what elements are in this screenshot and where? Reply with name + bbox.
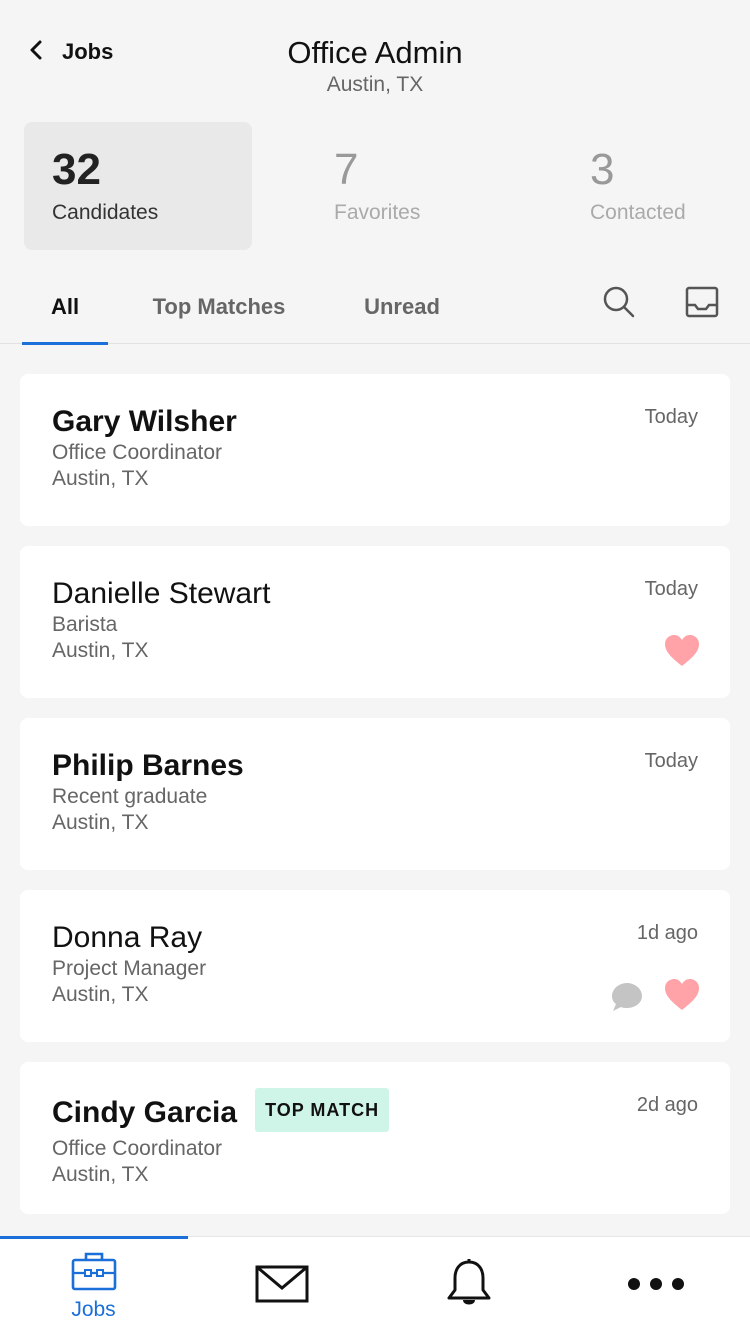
stat-count: 3: [590, 145, 615, 194]
candidate-card[interactable]: Philip Barnes Recent graduate Austin, TX…: [20, 718, 730, 870]
candidate-card[interactable]: Danielle Stewart Barista Austin, TX Toda…: [20, 546, 730, 698]
candidate-name: Philip Barnes: [52, 749, 244, 782]
candidate-role: Recent graduate: [52, 785, 208, 808]
search-icon[interactable]: [599, 282, 639, 322]
stat-candidates[interactable]: 32 Candidates: [24, 122, 252, 250]
stat-label: Contacted: [590, 201, 686, 224]
candidate-name-row: Cindy Garcia TOP MATCH: [52, 1088, 698, 1136]
more-icon: [627, 1277, 685, 1296]
candidate-role: Office Coordinator: [52, 1137, 223, 1160]
inbox-icon[interactable]: [682, 282, 722, 322]
stat-favorites[interactable]: 7 Favorites: [306, 122, 448, 250]
filter-tabs: All Top Matches Unread: [0, 270, 750, 345]
heart-icon[interactable]: [664, 978, 700, 1012]
candidate-role: Project Manager: [52, 957, 207, 980]
page-subtitle: Austin, TX: [326, 73, 424, 96]
bell-icon: [445, 1258, 493, 1315]
stats-bar: 32 Candidates 7 Favorites 3 Contacted: [24, 122, 726, 250]
top-match-badge: TOP MATCH: [255, 1088, 390, 1132]
candidate-name: Gary Wilsher: [52, 405, 237, 438]
tab-unread[interactable]: Unread: [350, 270, 454, 344]
candidate-card[interactable]: Donna Ray Project Manager Austin, TX 1d …: [20, 890, 730, 1042]
candidate-role: Barista: [52, 613, 118, 636]
stat-label: Candidates: [52, 201, 159, 224]
bottom-nav: Jobs: [0, 1236, 750, 1334]
nav-more[interactable]: [562, 1237, 749, 1334]
candidate-list: Gary Wilsher Office Coordinator Austin, …: [20, 374, 730, 1234]
candidate-location: Austin, TX: [52, 639, 149, 662]
title-block: Office Admin Austin, TX: [0, 34, 750, 98]
stat-contacted[interactable]: 3 Contacted: [562, 122, 714, 250]
candidate-role: Office Coordinator: [52, 441, 223, 464]
header: Jobs Office Admin Austin, TX: [0, 0, 750, 110]
stat-label: Favorites: [334, 201, 421, 224]
nav-jobs-label: Jobs: [71, 1297, 116, 1321]
candidate-location: Austin, TX: [52, 467, 149, 490]
briefcase-icon: [71, 1251, 117, 1296]
candidate-card[interactable]: Cindy Garcia TOP MATCH Office Coordinator…: [20, 1062, 730, 1214]
candidate-time: 1d ago: [636, 922, 698, 944]
tab-top-matches[interactable]: Top Matches: [134, 270, 304, 344]
nav-notifications[interactable]: [375, 1237, 562, 1334]
chat-bubble-icon: [610, 980, 644, 1014]
candidate-name: Danielle Stewart: [52, 577, 271, 610]
stat-count: 7: [334, 145, 359, 194]
page-title: Office Admin: [287, 35, 463, 70]
tab-all[interactable]: All: [22, 270, 108, 345]
candidate-name: Cindy Garcia: [52, 1095, 238, 1129]
app: Jobs Office Admin Austin, TX 32 Candidat…: [0, 0, 750, 1334]
candidate-time: 2d ago: [636, 1094, 698, 1116]
candidate-card[interactable]: Gary Wilsher Office Coordinator Austin, …: [20, 374, 730, 526]
candidate-time: Today: [644, 406, 698, 428]
candidate-location: Austin, TX: [52, 983, 149, 1006]
mail-icon: [255, 1264, 309, 1309]
nav-jobs[interactable]: Jobs: [0, 1237, 187, 1334]
candidate-name: Donna Ray: [52, 921, 203, 954]
stat-count: 32: [52, 145, 101, 194]
candidate-location: Austin, TX: [52, 1163, 149, 1186]
candidate-location: Austin, TX: [52, 811, 149, 834]
candidate-time: Today: [644, 578, 698, 600]
candidate-time: Today: [644, 750, 698, 772]
nav-messages[interactable]: [188, 1237, 375, 1334]
heart-icon[interactable]: [664, 634, 700, 668]
